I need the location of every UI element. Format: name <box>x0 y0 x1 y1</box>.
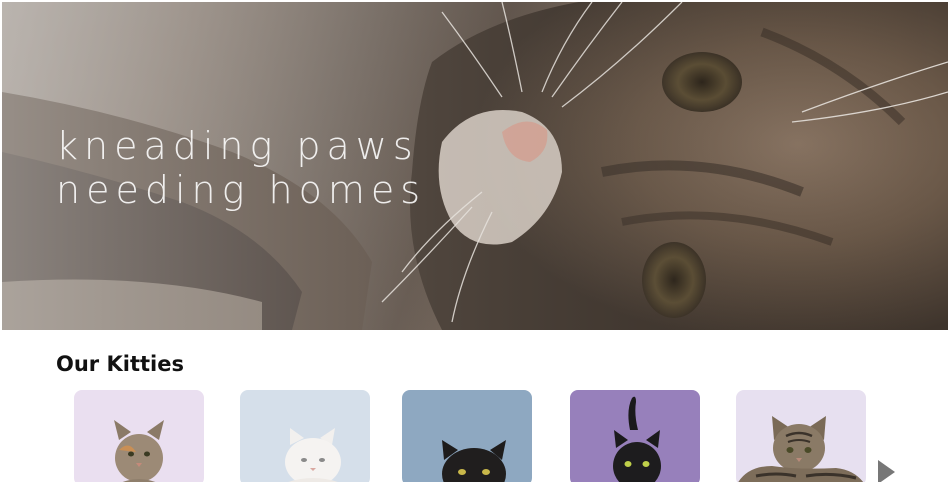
kitty-card[interactable] <box>570 390 700 482</box>
hero-tagline-line-1: kneading paws <box>56 124 419 168</box>
kitty-card[interactable] <box>736 390 866 482</box>
kitty-card[interactable] <box>240 390 370 482</box>
hero-banner: kneading paws needing homes <box>2 2 948 330</box>
section-title: Our Kitties <box>56 352 184 376</box>
kitty-photo <box>285 428 341 482</box>
kitty-photo <box>613 396 661 482</box>
kitty-photo <box>114 420 164 482</box>
kitty-card[interactable] <box>402 390 532 482</box>
hero-tagline-line-2: needing homes <box>56 168 427 212</box>
chevron-right-icon[interactable] <box>878 460 895 482</box>
kitty-photo <box>738 416 864 482</box>
kitty-photo <box>442 440 506 482</box>
kitties-carousel <box>2 390 948 482</box>
page-frame: kneading paws needing homes Our Kitties <box>2 2 948 482</box>
hero-tagline: kneading paws needing homes <box>56 124 426 212</box>
kitty-card[interactable] <box>74 390 204 482</box>
